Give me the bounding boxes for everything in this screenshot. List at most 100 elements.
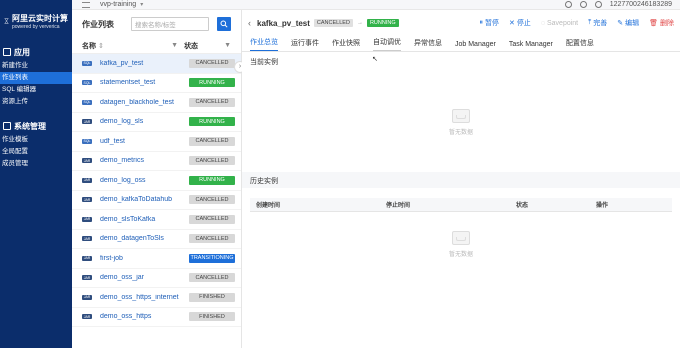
job-row[interactable]: JAR demo_oss_https FINISHED bbox=[72, 308, 241, 327]
tab-autopilot[interactable]: 自动调优 bbox=[373, 37, 401, 51]
sidebar-app-items: 新建作业 作业列表 SQL 编辑器 资源上传 bbox=[0, 60, 72, 108]
job-name[interactable]: first-job bbox=[100, 255, 189, 262]
language-icon[interactable] bbox=[579, 1, 587, 8]
search-input[interactable]: 搜索名称/标签 bbox=[131, 17, 209, 31]
job-name[interactable]: demo_log_oss bbox=[100, 177, 189, 184]
account-id[interactable]: 1227700246183289 bbox=[610, 1, 672, 8]
tab-events[interactable]: 运行事件 bbox=[291, 38, 319, 51]
empty-text: 暂无数据 bbox=[448, 129, 473, 136]
chevron-left-icon[interactable]: ‹ bbox=[248, 18, 251, 28]
workspace-name[interactable]: vvp-training bbox=[100, 1, 136, 8]
sidebar-item-resource-upload[interactable]: 资源上传 bbox=[0, 96, 72, 108]
pause-button[interactable]: ⏸ 暂停 bbox=[479, 18, 499, 28]
tab-exceptions[interactable]: 异常信息 bbox=[414, 38, 442, 51]
section-app-label: 应用 bbox=[14, 47, 30, 57]
job-row[interactable]: SQL udf_test CANCELLED bbox=[72, 132, 241, 152]
tab-job-manager[interactable]: Job Manager bbox=[455, 41, 496, 51]
job-name[interactable]: demo_oss_https_internet bbox=[100, 294, 189, 301]
tab-task-manager[interactable]: Task Manager bbox=[509, 41, 553, 51]
job-name[interactable]: kafka_pv_test bbox=[100, 60, 189, 67]
savepoint-button[interactable]: ◌ Savepoint bbox=[541, 20, 578, 27]
job-row[interactable]: JAR demo_log_oss RUNNING bbox=[72, 171, 241, 191]
tab-overview[interactable]: 作业总览 bbox=[250, 37, 278, 51]
logo-icon bbox=[4, 18, 9, 24]
job-row[interactable]: SQL datagen_blackhole_test CANCELLED bbox=[72, 93, 241, 113]
sidebar-item-sql-editor[interactable]: SQL 编辑器 bbox=[0, 84, 72, 96]
sort-icon[interactable]: ⇕ bbox=[98, 43, 104, 50]
status-badge: RUNNING bbox=[189, 78, 235, 88]
job-name[interactable]: demo_metrics bbox=[100, 157, 189, 164]
job-row[interactable]: JAR first-job TRANSITIONING bbox=[72, 249, 241, 269]
job-row[interactable]: SQL kafka_pv_test CANCELLED bbox=[72, 54, 241, 74]
job-name[interactable]: udf_test bbox=[100, 138, 189, 145]
brand-title: 阿里云实时计算 bbox=[12, 13, 68, 23]
status-badge: CANCELLED bbox=[189, 156, 235, 166]
sidebar-item-members[interactable]: 成员管理 bbox=[0, 158, 72, 170]
status-badge: CANCELLED bbox=[189, 97, 235, 107]
status-badge: CANCELLED bbox=[189, 136, 235, 146]
top-bar: vvp-training ▾ 1227700246183289 bbox=[72, 0, 680, 10]
status-filter-icon[interactable]: ▼ bbox=[224, 42, 231, 49]
sidebar-item-job-list[interactable]: 作业列表 bbox=[0, 72, 72, 84]
file-type-icon: JAR bbox=[82, 294, 92, 300]
col-name[interactable]: 名称 bbox=[82, 43, 96, 50]
job-list-columns: 名称 ⇕ ▼ 状态 ▼ bbox=[72, 38, 241, 54]
col-created: 创建时间 bbox=[256, 203, 281, 209]
job-list-panel: 作业列表 搜索名称/标签 名称 ⇕ ▼ 状态 ▼ SQL kafka_pv_tes… bbox=[72, 10, 242, 348]
job-name[interactable]: datagen_blackhole_test bbox=[100, 99, 189, 106]
file-type-icon: JAR bbox=[82, 216, 92, 222]
job-name[interactable]: demo_oss_jar bbox=[100, 274, 189, 281]
job-name[interactable]: demo_datagenToSls bbox=[100, 235, 189, 242]
action-bar: ⏸ 暂停 ✕ 停止 ◌ Savepoint ⤒ 完善 ✎ 编辑 🗑 删除 bbox=[479, 18, 674, 28]
job-name[interactable]: demo_slsToKafka bbox=[100, 216, 189, 223]
file-type-icon: JAR bbox=[82, 314, 92, 320]
status-badge: CANCELLED bbox=[189, 214, 235, 224]
pause-icon: ⏸ bbox=[479, 19, 483, 26]
brand-subtitle: powered by ververica bbox=[12, 23, 60, 30]
search-button[interactable] bbox=[217, 17, 231, 31]
job-detail: ‹ kafka_pv_test CANCELLED → RUNNING ⏸ 暂停 … bbox=[242, 10, 680, 348]
job-name[interactable]: demo_oss_https bbox=[100, 313, 189, 320]
current-instance-title: 当前实例 bbox=[250, 59, 278, 66]
system-icon bbox=[3, 122, 11, 130]
job-list-header: 作业列表 搜索名称/标签 bbox=[72, 10, 241, 38]
tab-snapshots[interactable]: 作业快照 bbox=[332, 38, 360, 51]
job-row[interactable]: JAR demo_metrics CANCELLED bbox=[72, 152, 241, 171]
empty-inbox-icon bbox=[452, 230, 470, 245]
sidebar-item-global-config[interactable]: 全局配置 bbox=[0, 146, 72, 158]
file-type-icon: SQL bbox=[82, 138, 92, 144]
tab-configuration[interactable]: 配置信息 bbox=[566, 38, 594, 51]
sidebar-item-new-job[interactable]: 新建作业 bbox=[0, 60, 72, 72]
edit-label: 编辑 bbox=[625, 20, 640, 27]
delete-button[interactable]: 🗑 删除 bbox=[649, 18, 674, 28]
menu-icon[interactable] bbox=[82, 1, 90, 8]
section-system[interactable]: 系统管理 bbox=[0, 118, 72, 134]
job-name[interactable]: demo_log_sls bbox=[100, 118, 189, 125]
job-row[interactable]: JAR demo_kafkaToDatahub CANCELLED bbox=[72, 191, 241, 210]
job-row[interactable]: JAR demo_oss_https_internet FINISHED bbox=[72, 288, 241, 308]
user-icon[interactable] bbox=[594, 1, 602, 8]
mouse-cursor-icon: ↖ bbox=[372, 56, 378, 63]
job-name[interactable]: statementset_test bbox=[100, 79, 189, 86]
section-app[interactable]: 应用 bbox=[0, 44, 72, 60]
detail-header: ‹ kafka_pv_test CANCELLED → RUNNING ⏸ 暂停 … bbox=[242, 10, 680, 36]
job-row[interactable]: JAR demo_log_sls RUNNING bbox=[72, 113, 241, 132]
status-badge: RUNNING bbox=[189, 117, 235, 127]
edit-button[interactable]: ✎ 编辑 bbox=[617, 18, 639, 28]
history-empty: 暂无数据 bbox=[242, 212, 680, 276]
job-row[interactable]: JAR demo_datagenToSls CANCELLED bbox=[72, 230, 241, 249]
publish-button[interactable]: ⤒ 完善 bbox=[588, 18, 607, 28]
col-stopped: 停止时间 bbox=[386, 203, 411, 209]
job-row[interactable]: SQL statementset_test RUNNING bbox=[72, 74, 241, 93]
help-icon[interactable] bbox=[564, 1, 572, 8]
status-badge: CANCELLED bbox=[189, 234, 235, 244]
stop-button[interactable]: ✕ 停止 bbox=[509, 18, 531, 28]
savepoint-label: Savepoint bbox=[546, 19, 579, 27]
job-name[interactable]: demo_kafkaToDatahub bbox=[100, 196, 189, 203]
chevron-down-icon[interactable]: ▾ bbox=[140, 1, 143, 8]
target-state-badge: RUNNING bbox=[366, 19, 399, 27]
job-row[interactable]: JAR demo_slsToKafka CANCELLED bbox=[72, 210, 241, 230]
sidebar-item-templates[interactable]: 作业模板 bbox=[0, 134, 72, 146]
filter-icon[interactable]: ▼ bbox=[171, 42, 178, 49]
job-row[interactable]: JAR demo_oss_jar CANCELLED bbox=[72, 269, 241, 288]
